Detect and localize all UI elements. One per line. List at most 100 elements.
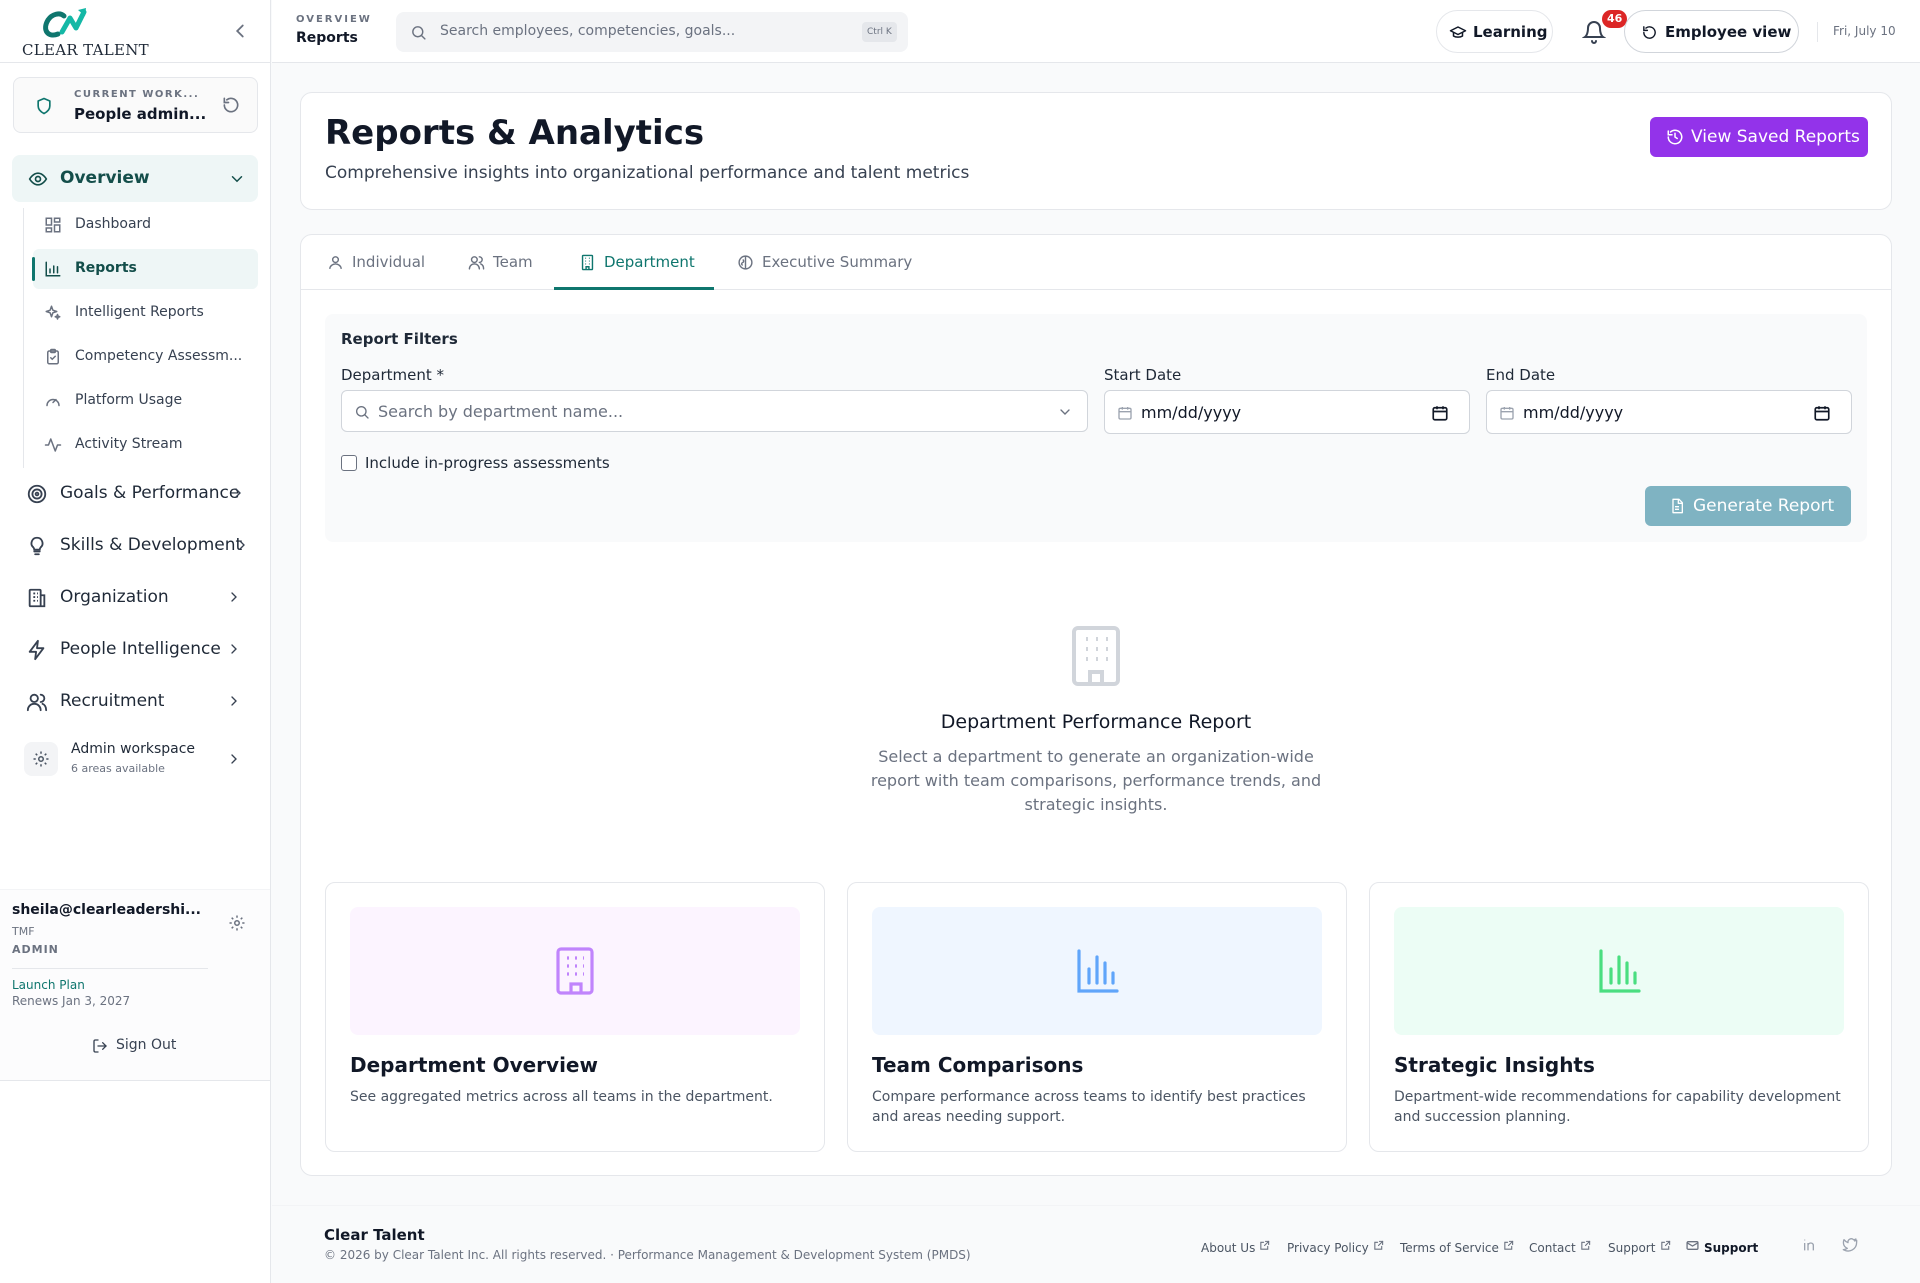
linkedin-icon[interactable] (1802, 1237, 1818, 1253)
employee-view-button[interactable]: Employee view (1624, 10, 1799, 53)
empty-state-title: Department Performance Report (940, 711, 1252, 733)
admin-workspace-label: Admin workspace (71, 741, 196, 757)
nav-group-overview-label: Overview (60, 168, 150, 188)
sidebar-item-skills-development[interactable]: Skills & Development (12, 523, 258, 567)
include-in-progress-checkbox[interactable] (341, 455, 357, 471)
file-text-icon (1672, 498, 1683, 514)
sidebar: CLEAR TALENT CURRENT WORK... People admi… (0, 0, 271, 1283)
feature-art (1394, 907, 1844, 1035)
page-subtitle: Comprehensive insights into organization… (325, 163, 970, 183)
user-org: TMF (12, 925, 35, 938)
sidebar-item-label: Dashboard (75, 216, 151, 232)
learning-button[interactable]: Learning (1436, 10, 1553, 53)
activity-icon (44, 438, 62, 452)
sidebar-item-goals-performance[interactable]: Goals & Performance (12, 471, 258, 515)
logo-text: CLEAR TALENT (22, 41, 149, 59)
collapse-sidebar-chevron-icon[interactable] (229, 20, 251, 42)
footer-link-label: Terms of Service (1400, 1241, 1499, 1255)
footer-brand: Clear Talent (324, 1226, 425, 1244)
footer-link-privacy-policy[interactable]: Privacy Policy (1287, 1237, 1384, 1255)
breadcrumb-page: Reports (296, 30, 358, 46)
admin-workspace-sub: 6 areas available (71, 762, 165, 775)
refresh-icon (1643, 26, 1656, 39)
sidebar-item-people-intelligence[interactable]: People Intelligence (12, 627, 258, 671)
sidebar-item-intelligent-reports[interactable]: Intelligent Reports (33, 293, 258, 333)
sidebar-item-organization[interactable]: Organization (12, 575, 258, 619)
nav-group-overview[interactable]: Overview (12, 155, 258, 202)
start-date-input[interactable]: mm/dd/yyyy (1104, 390, 1470, 434)
date-picker-icon[interactable] (1431, 404, 1449, 422)
notification-count-badge: 46 (1602, 10, 1628, 28)
sidebar-item-dashboard[interactable]: Dashboard (33, 205, 258, 245)
chevron-right-icon (231, 644, 237, 654)
user-panel: sheila@clearleadershi... TMF ADMIN Launc… (0, 889, 270, 1081)
department-search-select[interactable]: Search by department name... (341, 390, 1088, 432)
footer-link-label: Privacy Policy (1287, 1241, 1369, 1255)
search-placeholder: Search employees, competencies, goals... (440, 23, 736, 39)
graduation-cap-icon (1449, 26, 1467, 38)
feature-title: Strategic Insights (1394, 1053, 1595, 1077)
empty-state-description: Select a department to generate an organ… (870, 747, 1322, 814)
sidebar-item-label: Reports (75, 260, 137, 276)
sidebar-item-competency-assessments[interactable]: Competency Assessm... (33, 337, 258, 377)
gauge-icon (46, 398, 60, 407)
tab-label: Individual (352, 253, 426, 271)
feature-card-strategic-insights: Strategic Insights Department-wide recom… (1369, 882, 1869, 1152)
footer-support-email-link[interactable]: Support (1686, 1237, 1758, 1255)
external-link-icon (1504, 1240, 1514, 1250)
search-icon (412, 26, 426, 40)
divider (12, 968, 208, 969)
sidebar-item-recruitment[interactable]: Recruitment (12, 679, 258, 723)
end-date-input[interactable]: mm/dd/yyyy (1486, 390, 1852, 434)
footer-link-label: Contact (1529, 1241, 1576, 1255)
chevron-down-icon (1060, 409, 1070, 415)
include-in-progress-label: Include in-progress assessments (365, 454, 610, 472)
user-email: sheila@clearleadershi... (12, 902, 201, 918)
sidebar-item-reports[interactable]: Reports (33, 249, 258, 289)
dashboard-grid-icon (45, 217, 61, 233)
tab-label: Department (604, 253, 695, 271)
footer-link-terms-of-service[interactable]: Terms of Service (1400, 1237, 1514, 1255)
chevron-right-icon (231, 754, 237, 764)
bar-chart-icon (1599, 949, 1641, 993)
notifications-button[interactable]: 46 (1578, 10, 1628, 50)
global-search-input[interactable]: Search employees, competencies, goals...… (396, 12, 908, 52)
sidebar-item-activity-stream[interactable]: Activity Stream (33, 425, 258, 465)
divider (1817, 22, 1818, 42)
date-picker-icon[interactable] (1813, 404, 1831, 422)
calendar-icon (1500, 407, 1514, 420)
footer-link-about-us[interactable]: About Us (1201, 1237, 1270, 1255)
twitter-icon[interactable] (1842, 1237, 1858, 1253)
page-header-card: Reports & Analytics Comprehensive insigh… (300, 92, 1892, 210)
feature-title: Department Overview (350, 1053, 598, 1077)
department-label: Department * (341, 366, 445, 384)
breadcrumb-section: OVERVIEW (296, 14, 372, 25)
external-link-icon (1260, 1240, 1270, 1250)
sign-out-label: Sign Out (116, 1037, 177, 1053)
generate-report-button[interactable]: Generate Report (1645, 486, 1851, 526)
sidebar-item-platform-usage[interactable]: Platform Usage (33, 381, 258, 421)
external-link-icon (1661, 1240, 1671, 1250)
sidebar-item-label: Activity Stream (75, 436, 183, 452)
plan-link[interactable]: Launch Plan (12, 978, 85, 992)
workspace-value: People admin... (74, 105, 207, 123)
start-date-label: Start Date (1104, 366, 1182, 384)
footer: Clear Talent © 2026 by Clear Talent Inc.… (272, 1205, 1920, 1283)
user-settings-gear-icon[interactable] (228, 914, 246, 932)
active-tab-indicator (554, 287, 714, 290)
sidebar-item-label: Goals & Performance (60, 483, 240, 503)
footer-link-label: Support (1608, 1241, 1656, 1255)
sidebar-item-admin-workspace[interactable]: Admin workspace 6 areas available (12, 735, 258, 783)
building-icon (556, 947, 594, 995)
feature-card-department-overview: Department Overview See aggregated metri… (325, 882, 825, 1152)
view-saved-reports-button[interactable]: View Saved Reports (1650, 117, 1868, 157)
current-workspace-switcher[interactable]: CURRENT WORK... People admin... (13, 77, 258, 133)
bar-chart-icon (45, 261, 61, 277)
footer-link-contact[interactable]: Contact (1529, 1237, 1591, 1255)
mail-icon (1686, 1241, 1699, 1250)
switch-workspace-icon[interactable] (221, 95, 241, 115)
submenu-guide-line (23, 208, 24, 468)
logo-row: CLEAR TALENT (0, 0, 270, 63)
footer-link-support[interactable]: Support (1608, 1237, 1671, 1255)
feature-art (872, 907, 1322, 1035)
